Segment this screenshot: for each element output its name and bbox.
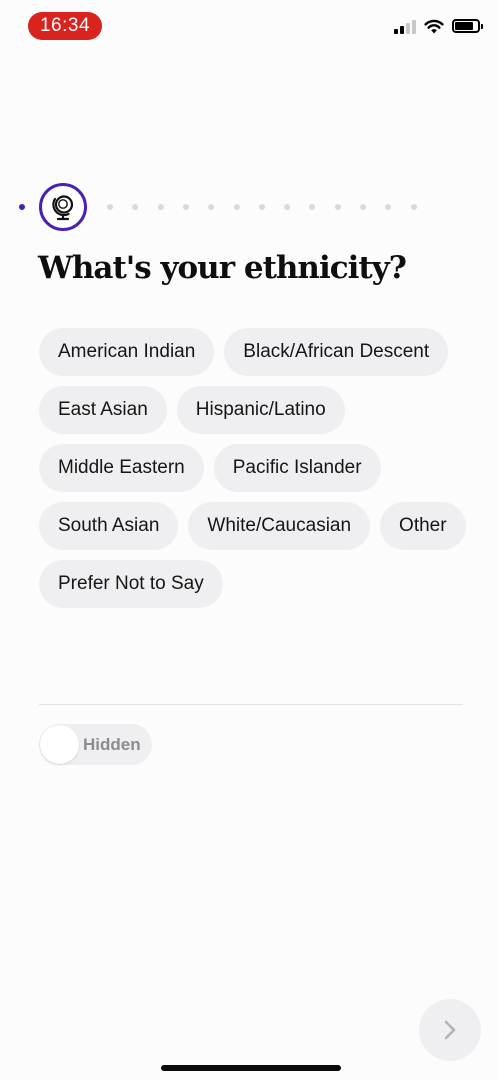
option-south-asian[interactable]: South Asian xyxy=(39,502,179,550)
upcoming-step-dot xyxy=(284,204,291,210)
cellular-signal-icon xyxy=(394,18,416,34)
option-hispanic-latino[interactable]: Hispanic/Latino xyxy=(176,386,345,434)
current-step-indicator xyxy=(39,183,87,231)
upcoming-step-dot xyxy=(410,204,417,210)
status-bar: 16:34 xyxy=(0,0,498,52)
upcoming-step-dot xyxy=(132,204,139,210)
upcoming-step-dot xyxy=(360,204,366,210)
option-other[interactable]: Other xyxy=(380,502,466,550)
onboarding-progress xyxy=(16,183,436,231)
battery-icon xyxy=(452,19,483,33)
toggle-knob xyxy=(40,725,79,764)
option-american-indian[interactable]: American Indian xyxy=(39,328,215,376)
visibility-toggle[interactable]: Hidden xyxy=(39,724,152,765)
upcoming-step-dot xyxy=(157,204,164,210)
option-middle-eastern[interactable]: Middle Eastern xyxy=(39,444,204,492)
completed-step-dot xyxy=(19,204,25,210)
next-button[interactable] xyxy=(419,999,481,1061)
upcoming-step-dot xyxy=(107,204,113,210)
status-icons xyxy=(394,18,483,34)
upcoming-step-dot xyxy=(385,204,392,210)
upcoming-step-dot xyxy=(258,204,265,210)
option-east-asian[interactable]: East Asian xyxy=(39,386,167,434)
home-indicator xyxy=(161,1065,341,1071)
divider xyxy=(39,704,463,705)
toggle-label: Hidden xyxy=(83,735,141,754)
upcoming-step-dot xyxy=(334,204,341,210)
upcoming-step-dot xyxy=(208,204,215,210)
upcoming-step-dot xyxy=(309,204,316,210)
option-pacific-islander[interactable]: Pacific Islander xyxy=(213,444,381,492)
option-white-caucasian[interactable]: White/Caucasian xyxy=(188,502,371,550)
option-prefer-not-to-say[interactable]: Prefer Not to Say xyxy=(39,560,223,608)
ethnicity-options: American Indian Black/African Descent Ea… xyxy=(39,328,469,608)
upcoming-step-dot xyxy=(233,204,240,210)
status-time: 16:34 xyxy=(28,12,102,40)
option-black-african-descent[interactable]: Black/African Descent xyxy=(224,328,449,376)
wifi-icon xyxy=(424,19,444,33)
globe-icon xyxy=(52,195,74,221)
page-title: What's your ethnicity? xyxy=(38,250,407,286)
upcoming-step-dot xyxy=(182,204,189,210)
chevron-right-icon xyxy=(444,1020,456,1040)
